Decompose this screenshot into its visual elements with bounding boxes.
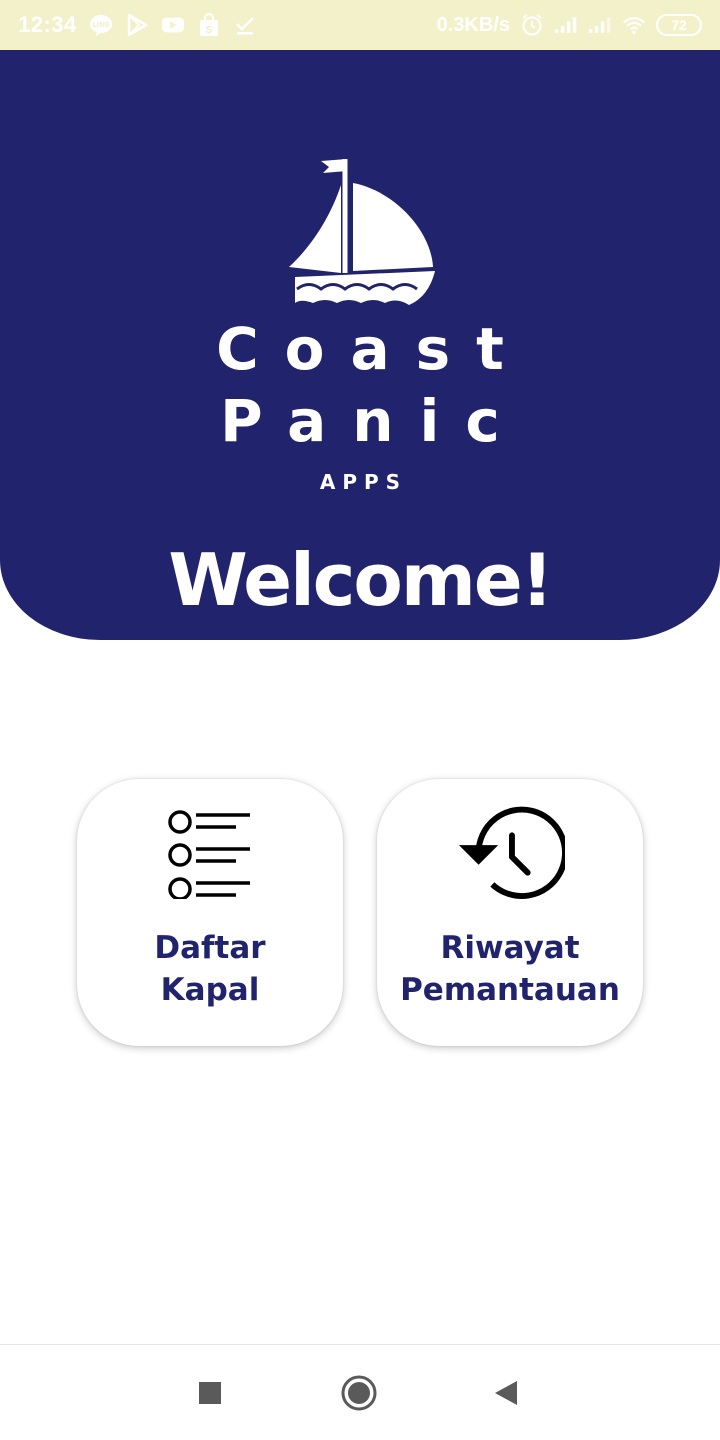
riwayat-pemantauan-label: Riwayat Pemantauan <box>400 930 620 1008</box>
status-time: 12:34 <box>18 12 77 37</box>
logo-text-panic: Panic <box>220 387 526 455</box>
home-button[interactable] <box>319 1345 399 1440</box>
signal-icon <box>554 13 578 37</box>
logo-text-apps: APPS <box>319 470 408 494</box>
riwayat-pemantauan-button[interactable]: Riwayat Pemantauan <box>377 779 643 1046</box>
status-left: 12:34 LINE S <box>18 12 257 38</box>
wifi-icon <box>622 13 646 37</box>
svg-text:S: S <box>205 25 212 36</box>
svg-text:LINE: LINE <box>92 21 110 29</box>
line-icon: LINE <box>89 13 113 37</box>
recent-apps-icon <box>199 1381 221 1404</box>
home-icon <box>341 1375 377 1410</box>
welcome-heading: Welcome! <box>168 538 553 622</box>
header-banner: Coast Panic APPS Welcome! <box>0 50 720 640</box>
navigation-bar <box>0 1345 720 1440</box>
back-button[interactable] <box>466 1345 546 1440</box>
youtube-icon <box>161 13 185 37</box>
logo-text-coast: Coast <box>216 315 530 383</box>
history-icon <box>455 803 565 903</box>
daftar-kapal-button[interactable]: Daftar Kapal <box>77 779 343 1046</box>
signal-icon <box>588 13 612 37</box>
battery-indicator: 72 <box>656 14 702 36</box>
back-icon <box>495 1380 517 1405</box>
alarm-icon <box>520 13 544 37</box>
daftar-kapal-label: Daftar Kapal <box>154 930 266 1008</box>
recent-apps-button[interactable] <box>170 1345 250 1440</box>
sailboat-logo-icon <box>289 159 435 305</box>
status-right: 0.3KB/s 72 <box>437 13 702 37</box>
download-done-icon <box>233 13 257 37</box>
play-store-icon <box>125 13 149 37</box>
shopping-bag-icon: S <box>197 13 221 37</box>
list-icon <box>155 803 265 903</box>
status-bar: 12:34 LINE S 0.3KB/s 72 <box>0 0 720 50</box>
net-speed: 0.3KB/s <box>436 13 510 36</box>
